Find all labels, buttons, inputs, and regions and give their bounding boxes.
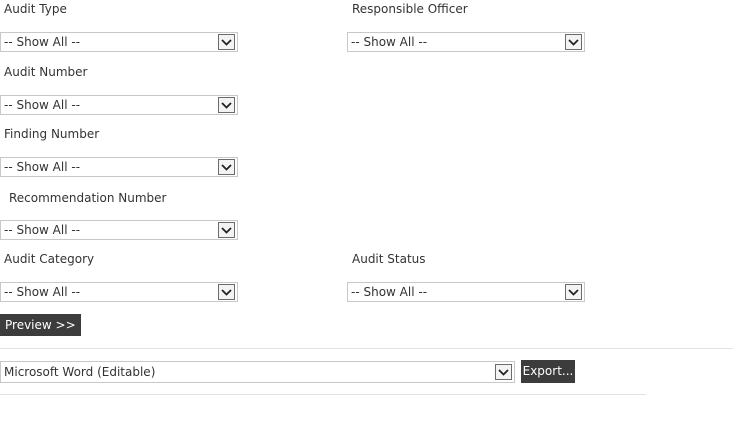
recommendation-number-select[interactable]: -- Show All -- [0, 220, 238, 240]
audit-number-select[interactable]: -- Show All -- [0, 95, 238, 115]
divider [0, 394, 646, 395]
chevron-down-icon[interactable] [495, 364, 512, 380]
chevron-down-icon[interactable] [218, 284, 235, 300]
responsible-officer-value: -- Show All -- [351, 35, 428, 49]
audit-status-select[interactable]: -- Show All -- [347, 282, 585, 302]
responsible-officer-label: Responsible Officer [352, 2, 468, 16]
audit-number-label: Audit Number [4, 65, 88, 79]
preview-button[interactable]: Preview >> [0, 314, 81, 336]
audit-category-select[interactable]: -- Show All -- [0, 282, 238, 302]
audit-category-label: Audit Category [4, 252, 95, 266]
audit-type-select[interactable]: -- Show All -- [0, 32, 238, 52]
chevron-down-icon[interactable] [565, 34, 582, 50]
responsible-officer-select[interactable]: -- Show All -- [347, 32, 585, 52]
finding-number-label: Finding Number [4, 127, 100, 141]
recommendation-number-value: -- Show All -- [4, 223, 81, 237]
finding-number-select[interactable]: -- Show All -- [0, 157, 238, 177]
audit-status-label: Audit Status [352, 252, 426, 266]
audit-status-value: -- Show All -- [351, 285, 428, 299]
chevron-down-icon[interactable] [218, 97, 235, 113]
chevron-down-icon[interactable] [218, 159, 235, 175]
divider [0, 348, 733, 349]
chevron-down-icon[interactable] [218, 222, 235, 238]
audit-number-value: -- Show All -- [4, 98, 81, 112]
export-format-value: Microsoft Word (Editable) [4, 365, 156, 379]
audit-type-label: Audit Type [4, 2, 67, 16]
export-format-select[interactable]: Microsoft Word (Editable) [0, 361, 515, 383]
audit-category-value: -- Show All -- [4, 285, 81, 299]
audit-type-value: -- Show All -- [4, 35, 81, 49]
chevron-down-icon[interactable] [218, 34, 235, 50]
export-button[interactable]: Export... [521, 360, 575, 383]
finding-number-value: -- Show All -- [4, 160, 81, 174]
recommendation-number-label: Recommendation Number [9, 191, 167, 205]
chevron-down-icon[interactable] [565, 284, 582, 300]
